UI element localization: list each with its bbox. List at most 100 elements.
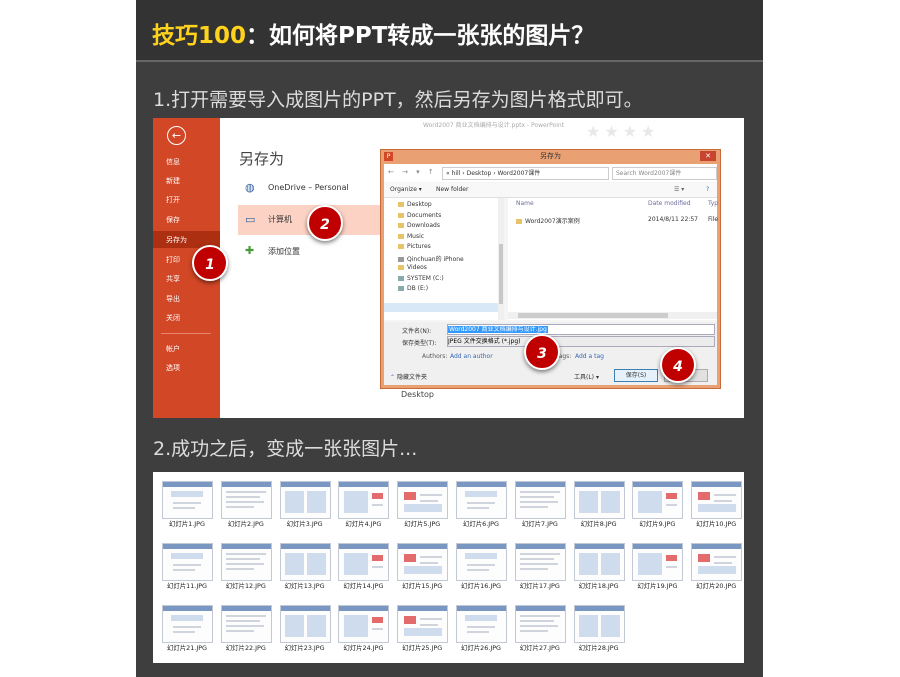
- add-author-link[interactable]: Add an author: [450, 353, 493, 360]
- add-tag-link[interactable]: Add a tag: [575, 353, 604, 360]
- thumbnail-item[interactable]: 幻灯片11.JPG: [161, 543, 213, 598]
- sidebar-item-info[interactable]: 信息: [166, 157, 180, 167]
- thumbnail-item[interactable]: 幻灯片28.JPG: [573, 605, 625, 660]
- decorative-stars-icon: ★★★★: [586, 122, 660, 141]
- column-name[interactable]: Name: [516, 200, 534, 207]
- savetype-select[interactable]: JPEG 文件交换格式 (*.jpg): [447, 336, 715, 347]
- nav-item[interactable]: DB (E:): [398, 285, 428, 292]
- folder-icon: [516, 219, 522, 224]
- thumbnail-item[interactable]: 幻灯片19.JPG: [631, 543, 684, 598]
- thumbnail-item[interactable]: 幻灯片21.JPG: [161, 605, 213, 660]
- thumbnail-caption: 幻灯片20.JPG: [696, 582, 737, 590]
- view-options-icon[interactable]: ☰ ▾: [674, 186, 684, 193]
- search-input[interactable]: Search Word2007课件: [612, 167, 717, 180]
- thumbnail-caption: 幻灯片15.JPG: [402, 582, 443, 590]
- slide-image: [338, 481, 390, 519]
- location-computer[interactable]: 计算机: [268, 214, 292, 225]
- nav-item[interactable]: Desktop: [398, 201, 432, 208]
- column-date[interactable]: Date modified: [648, 200, 691, 207]
- close-icon[interactable]: ✕: [700, 151, 716, 161]
- thumbnail-item[interactable]: 幻灯片2.JPG: [220, 481, 272, 536]
- nav-item[interactable]: Videos: [398, 264, 427, 271]
- sidebar-item-account[interactable]: 帐户: [166, 344, 180, 354]
- thumbnail-item[interactable]: 幻灯片13.JPG: [279, 543, 331, 598]
- folder-icon: [398, 265, 404, 270]
- thumbnail-item[interactable]: 幻灯片10.JPG: [690, 481, 743, 536]
- sidebar-item-close[interactable]: 关闭: [166, 313, 180, 323]
- help-icon[interactable]: ?: [706, 186, 709, 193]
- column-type[interactable]: Typ: [708, 200, 718, 207]
- sidebar-item-new[interactable]: 新建: [166, 176, 180, 186]
- list-item[interactable]: Word2007演示案例: [516, 216, 580, 225]
- thumbnail-item[interactable]: 幻灯片4.JPG: [337, 481, 390, 536]
- save-button[interactable]: 保存(S): [614, 369, 658, 382]
- nav-item[interactable]: Downloads: [398, 222, 440, 229]
- thumbnail-caption: 幻灯片17.JPG: [519, 582, 560, 590]
- filename-input[interactable]: Word2007 商业文档编排与设计.jpg: [447, 324, 715, 335]
- slide-image: [220, 605, 272, 643]
- location-onedrive[interactable]: OneDrive – Personal: [268, 183, 349, 192]
- thumbnail-item[interactable]: 幻灯片3.JPG: [279, 481, 331, 536]
- scrollbar-thumb[interactable]: [499, 244, 503, 304]
- toolbar: Organize ▾ New folder ☰ ▾ ?: [384, 183, 717, 198]
- back-arrow-icon[interactable]: ←: [167, 126, 186, 145]
- nav-item[interactable]: Qinchuan的 iPhone: [398, 254, 464, 263]
- sidebar-item-open[interactable]: 打开: [166, 195, 180, 205]
- nav-item[interactable]: Pictures: [398, 243, 431, 250]
- hide-folders-toggle[interactable]: ⌃ 隐藏文件夹: [390, 372, 427, 381]
- thumbnail-item[interactable]: 幻灯片6.JPG: [455, 481, 507, 536]
- thumbnail-item[interactable]: 幻灯片18.JPG: [573, 543, 625, 598]
- slide-header-band: [457, 482, 506, 487]
- sidebar-item-print[interactable]: 打印: [166, 255, 180, 265]
- organize-button[interactable]: Organize ▾: [390, 186, 422, 193]
- globe-icon: ◍: [245, 181, 255, 194]
- nav-arrows-icon[interactable]: ← → ▾ ↑: [388, 168, 437, 176]
- slide-image: [162, 543, 213, 581]
- tools-dropdown[interactable]: 工具(L) ▾: [574, 372, 599, 381]
- thumbnail-item[interactable]: 幻灯片9.JPG: [631, 481, 684, 536]
- new-folder-button[interactable]: New folder: [436, 186, 468, 193]
- folder-icon: [398, 213, 404, 218]
- slide-header-band: [163, 606, 212, 611]
- sidebar-divider: [161, 333, 211, 334]
- thumbnail-item[interactable]: 幻灯片22.JPG: [220, 605, 272, 660]
- slide-header-band: [574, 482, 624, 487]
- sidebar-item-save-as[interactable]: 另存为: [166, 235, 187, 245]
- sidebar-item-export[interactable]: 导出: [166, 294, 180, 304]
- thumbnail-item[interactable]: 幻灯片5.JPG: [396, 481, 449, 536]
- recent-folder-desktop[interactable]: Desktop: [401, 390, 434, 399]
- slide-image: [279, 481, 331, 519]
- slide-image: [632, 481, 684, 519]
- location-add-place[interactable]: 添加位置: [268, 246, 300, 257]
- thumbnail-item[interactable]: 幻灯片27.JPG: [514, 605, 566, 660]
- thumbnail-item[interactable]: 幻灯片16.JPG: [455, 543, 507, 598]
- nav-item[interactable]: SYSTEM (C:): [398, 275, 444, 282]
- thumbnail-item[interactable]: 幻灯片1.JPG: [161, 481, 213, 536]
- thumbnail-item[interactable]: 幻灯片20.JPG: [690, 543, 743, 598]
- thumbnail-caption: 幻灯片25.JPG: [402, 644, 443, 652]
- sidebar-item-options[interactable]: 选项: [166, 363, 180, 373]
- thumbnail-caption: 幻灯片13.JPG: [284, 582, 325, 590]
- tip-number: 技巧100: [152, 23, 247, 49]
- slide-image: [279, 605, 331, 643]
- thumbnail-item[interactable]: 幻灯片26.JPG: [455, 605, 507, 660]
- thumbnail-item[interactable]: 幻灯片7.JPG: [514, 481, 566, 536]
- nav-item[interactable]: Music: [398, 233, 424, 240]
- nav-item[interactable]: Documents: [398, 212, 441, 219]
- thumbnail-item[interactable]: 幻灯片23.JPG: [279, 605, 331, 660]
- slide-header-band: [398, 606, 448, 611]
- sidebar-item-share[interactable]: 共享: [166, 274, 180, 284]
- thumbnail-item[interactable]: 幻灯片17.JPG: [514, 543, 566, 598]
- sidebar-item-save[interactable]: 保存: [166, 215, 180, 225]
- slide-header-band: [633, 544, 683, 549]
- scrollbar-thumb[interactable]: [518, 313, 668, 318]
- thumbnail-item[interactable]: 幻灯片14.JPG: [337, 543, 390, 598]
- thumbnail-item[interactable]: 幻灯片12.JPG: [220, 543, 272, 598]
- thumbnail-item[interactable]: 幻灯片24.JPG: [337, 605, 390, 660]
- thumbnail-item[interactable]: 幻灯片25.JPG: [396, 605, 449, 660]
- file-scrollbar[interactable]: [508, 312, 717, 319]
- thumbnail-item[interactable]: 幻灯片8.JPG: [573, 481, 625, 536]
- nav-scrollbar[interactable]: [498, 198, 504, 320]
- thumbnail-item[interactable]: 幻灯片15.JPG: [396, 543, 449, 598]
- address-bar[interactable]: « hill › Desktop › Word2007课件: [442, 167, 609, 180]
